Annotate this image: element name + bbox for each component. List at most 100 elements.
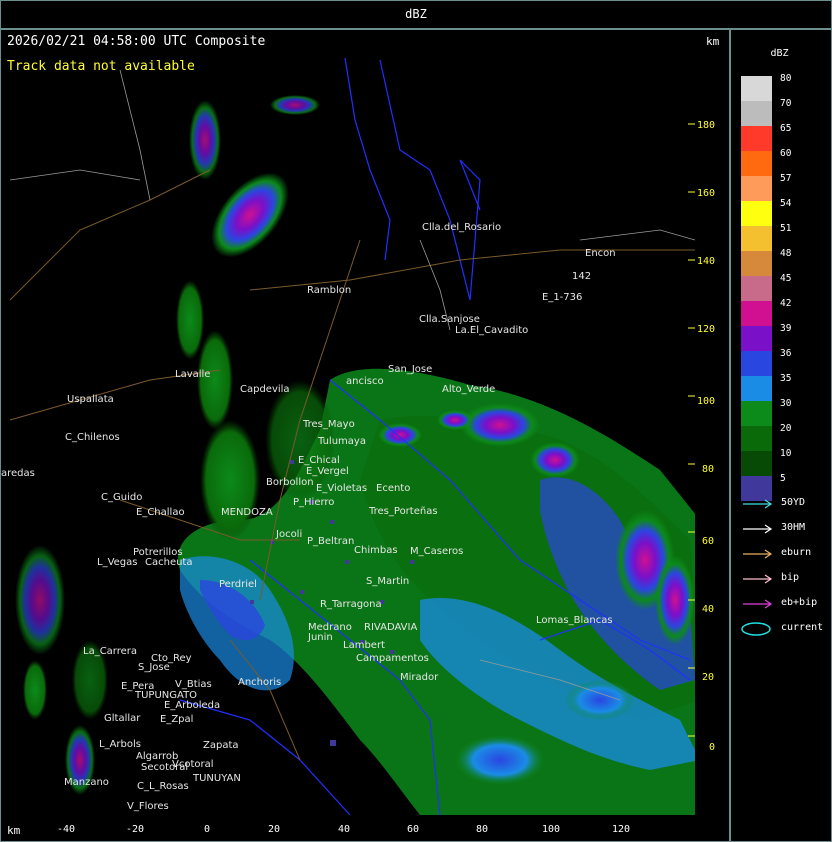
- place-label: Uspallata: [67, 394, 114, 405]
- place-label: Clla.Sanjose: [419, 314, 480, 325]
- place-label: Alto_Verde: [442, 384, 495, 395]
- place-label: C_Chilenos: [65, 432, 120, 443]
- place-label: Chimbas: [354, 545, 398, 556]
- arrow-icon: [743, 574, 773, 584]
- x-tick-label: -40: [57, 824, 75, 835]
- place-label: Ecento: [376, 483, 410, 494]
- y-tick-label: 40: [702, 604, 714, 615]
- place-label: C_L_Rosas: [137, 781, 189, 792]
- place-label: L_Vegas: [97, 557, 137, 568]
- place-label: Zapata: [203, 740, 239, 751]
- track-legend-label: eb+bip: [781, 597, 818, 608]
- place-label: RIVADAVIA: [364, 622, 417, 633]
- y-tick-label: 80: [702, 464, 714, 475]
- x-tick-label: 80: [476, 824, 488, 835]
- place-label: Medrano: [308, 622, 352, 633]
- place-label: R_Tarragona: [320, 599, 382, 610]
- track-legend-label: eburn: [781, 547, 812, 558]
- arrow-icon: [743, 549, 773, 559]
- place-label: M_Caseros: [410, 546, 463, 557]
- x-tick-label: 40: [338, 824, 350, 835]
- place-label: TUNUYAN: [192, 773, 241, 784]
- x-axis-labels: -40 -20 0 20 40 60 80 100 120: [57, 824, 630, 835]
- place-label: Lambert: [343, 640, 385, 651]
- place-label: Perdriel: [219, 579, 257, 590]
- color-swatch: [741, 101, 772, 126]
- place-label: V_Flores: [127, 801, 169, 812]
- place-label: E_Zpal: [160, 714, 193, 725]
- track-legend-item: eb+bip: [741, 597, 831, 611]
- color-swatch: [741, 426, 772, 451]
- x-tick-label: 100: [542, 824, 560, 835]
- km-unit-top: km: [706, 35, 720, 48]
- place-label: Manzano: [64, 777, 109, 788]
- x-tick-label: -20: [126, 824, 144, 835]
- track-legend-item: 30HM: [741, 522, 831, 536]
- place-label: ancisco: [346, 376, 384, 387]
- track-legend-item: 50YD: [741, 497, 831, 511]
- place-label: S_Jose: [138, 662, 170, 673]
- km-unit-bottom: km: [7, 824, 21, 837]
- arrow-icon: [743, 599, 773, 609]
- color-scale-label: 65: [780, 123, 792, 134]
- color-swatch: [741, 126, 772, 151]
- place-label: Junin: [307, 632, 333, 643]
- place-label: Capdevila: [240, 384, 290, 395]
- place-label: Tres_Porteñas: [368, 506, 438, 517]
- color-scale-label: 80: [780, 73, 792, 84]
- place-label: Campamentos: [356, 653, 429, 664]
- color-scale-label: 70: [780, 98, 792, 109]
- track-legend-item: eburn: [741, 547, 831, 561]
- place-label: La.El_Cavadito: [455, 325, 528, 336]
- color-scale-label: 5: [780, 473, 786, 484]
- color-swatch: [741, 176, 772, 201]
- legend-title: dBZ: [770, 48, 789, 59]
- timestamp-header: 2026/02/21 04:58:00 UTC Composite: [7, 34, 266, 49]
- place-label: Cacheuta: [145, 557, 193, 568]
- place-label: San_Jose: [388, 364, 432, 375]
- color-swatch: [741, 376, 772, 401]
- color-swatch: [741, 251, 772, 276]
- y-axis-labels: 180 160 140 120 100 80 60 40 20 0: [697, 120, 715, 753]
- color-scale-label: 54: [780, 198, 792, 209]
- x-tick-label: 60: [407, 824, 419, 835]
- place-label: Secotoral: [141, 762, 188, 773]
- color-swatch: [741, 201, 772, 226]
- color-scale-label: 57: [780, 173, 792, 184]
- color-swatch: [741, 301, 772, 326]
- color-swatch: [741, 226, 772, 251]
- y-tick-label: 160: [697, 188, 715, 199]
- place-label: C_Guido: [101, 492, 142, 503]
- color-scale-label: 45: [780, 273, 792, 284]
- track-legend-item: current: [741, 622, 831, 636]
- color-scale-label: 36: [780, 348, 792, 359]
- x-tick-label: 0: [204, 824, 210, 835]
- place-label: Gltallar: [104, 713, 141, 724]
- place-label: E_Vergel: [306, 466, 349, 477]
- place-label: Jocoli: [275, 529, 302, 540]
- color-scale-label: 30: [780, 398, 792, 409]
- color-swatch: [741, 451, 772, 476]
- color-swatch: [741, 326, 772, 351]
- place-label: E_Chical: [298, 455, 340, 466]
- place-label: Clla.del_Rosario: [422, 222, 501, 233]
- place-label: Tres_Mayo: [302, 419, 355, 430]
- x-tick-label: 20: [268, 824, 280, 835]
- place-label: E_Arboleda: [164, 700, 220, 711]
- color-swatch: [741, 76, 772, 101]
- place-label: Tulumaya: [317, 436, 366, 447]
- place-label: P_Hierro: [293, 497, 334, 508]
- x-tick-label: 120: [612, 824, 630, 835]
- storm-cells-southwest: [15, 545, 108, 795]
- track-legend-label: 30HM: [781, 522, 806, 533]
- y-tick-label: 100: [697, 396, 715, 407]
- place-label: L_Arbols: [99, 739, 141, 750]
- arrow-icon: [743, 499, 773, 509]
- color-scale-label: 60: [780, 148, 792, 159]
- radar-map[interactable]: 180 160 140 120 100 80 60 40 20 0 -40 -2…: [0, 0, 832, 842]
- color-scale-label: 20: [780, 423, 792, 434]
- color-scale-label: 48: [780, 248, 792, 259]
- place-label: Lavalle: [175, 369, 210, 380]
- y-tick-label: 180: [697, 120, 715, 131]
- track-legend-item: bip: [741, 572, 831, 586]
